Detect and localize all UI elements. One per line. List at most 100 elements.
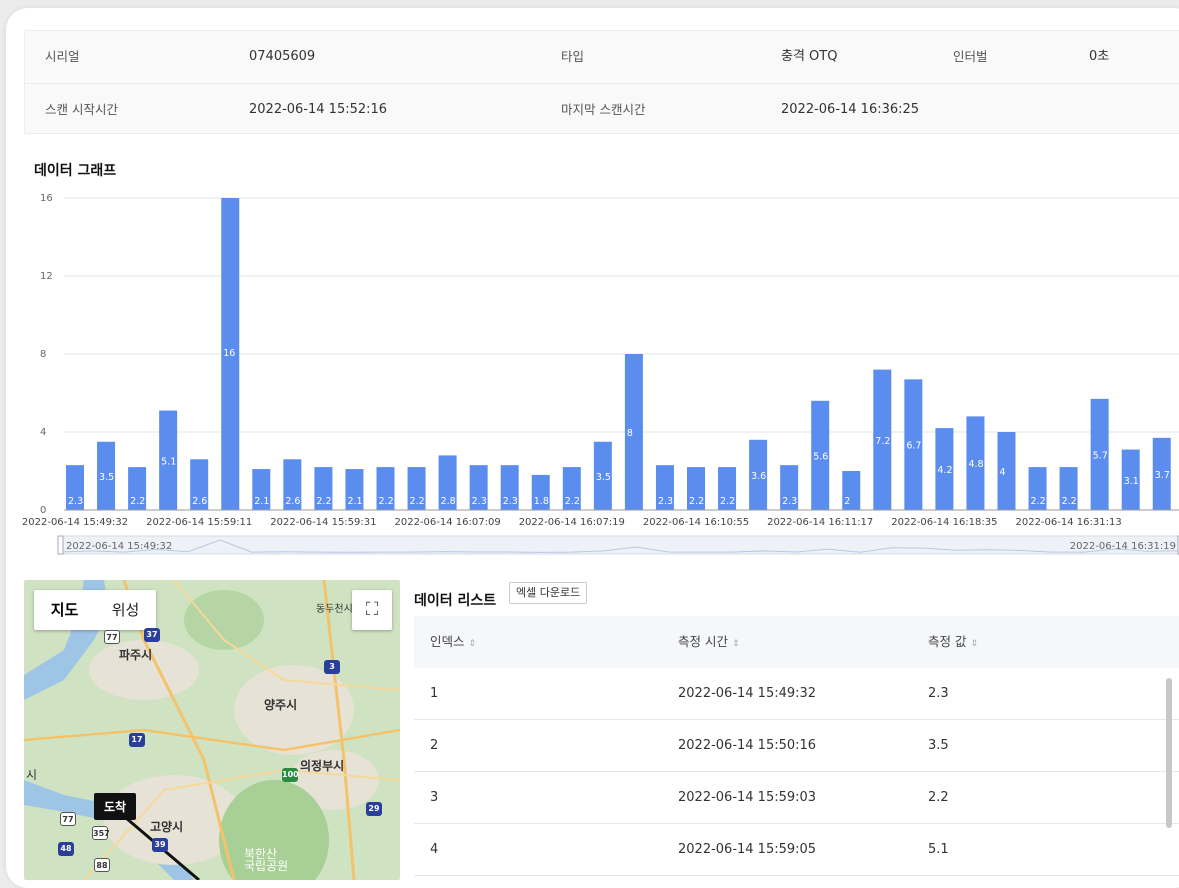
type-label: 타입 [561,49,585,64]
bar-data-label: 3.7 [1155,470,1170,481]
graph-title: 데이터 그래프 [34,163,117,179]
route-shield-icon: 3 [324,660,340,674]
map-place-label: 고양시 [150,820,184,834]
bar-data-label: 4.2 [937,465,952,476]
bar-data-label: 4 [1000,467,1006,478]
cell-time: 2022-06-14 15:50:16 [678,738,817,753]
y-tick-label: 12 [40,271,53,282]
last-scan-value: 2022-06-14 16:36:25 [781,102,920,117]
map-place-label: 북한산 국립공원 [244,847,289,873]
bar-data-label: 2.3 [472,496,487,507]
map-place-label: 시 [26,768,38,782]
x-tick-label: 2022-06-14 16:07:09 [394,517,500,528]
arrival-marker[interactable]: 도착 [94,793,137,820]
bar-data-label: 2.1 [347,496,362,507]
bar-data-label: 5.6 [813,451,828,462]
column-header-index[interactable]: 인덱스 ⇕ [430,616,476,670]
route-shield-icon: 39 [152,838,168,852]
serial-label: 시리얼 [45,49,80,64]
chart-zoom-slider[interactable]: 2022-06-14 15:49:32 2022-06-14 16:31:19 [57,535,1179,555]
map-place-label: 파주시 [119,648,153,662]
chart-x-axis: 2022-06-14 15:49:32 2022-06-14 15:59:11 20… [22,509,1179,528]
y-tick-label: 0 [40,505,46,516]
cell-index: 2 [430,738,439,753]
bar-data-label: 2.2 [316,496,331,507]
route-shield-icon: 88 [94,858,110,872]
map-place-label: 의정부시 [300,759,345,773]
info-row: 스캔 시작시간 2022-06-14 15:52:16 마지막 스캔시간 202… [25,83,1179,135]
bar-data-label: 7.2 [875,436,890,447]
table-row[interactable]: 1 2022-06-14 15:49:32 2.3 [414,668,1179,720]
cell-index: 1 [430,686,439,701]
route-shield-icon: 29 [366,802,382,816]
info-row: 시리얼 07405609 타입 충격 OTQ 인터벌 0초 [25,31,1179,83]
serial-value: 07405609 [249,49,316,64]
x-tick-label: 2022-06-14 16:10:55 [643,517,749,528]
route-shield-icon: 17 [129,733,145,747]
bar-data-label: 5.1 [161,456,176,467]
zoom-handle-start[interactable] [57,535,64,555]
bar-data-label: 3.1 [1124,476,1139,487]
route-shield-icon: 77 [104,630,120,644]
route-shield-icon: 100 [282,768,299,782]
bar-data-label: 2.3 [68,496,83,507]
sort-icon[interactable]: ⇕ [970,639,978,649]
scan-start-label: 스캔 시작시간 [45,102,118,117]
map-type-map-button[interactable]: 지도 [34,590,95,630]
cell-time: 2022-06-14 15:59:05 [678,842,817,857]
last-scan-label: 마지막 스캔시간 [561,102,646,117]
cell-index: 4 [430,842,439,857]
bar-data-label: 3.5 [99,472,114,483]
table-scrollbar[interactable] [1166,678,1172,828]
interval-value: 0초 [1089,49,1110,64]
zoom-track[interactable] [59,535,1179,555]
bar-data-label: 2.2 [1031,496,1046,507]
cell-value: 5.1 [928,842,949,857]
bar-data-label: 8 [627,428,633,439]
column-header-value[interactable]: 측정 값 ⇕ [928,616,978,670]
sort-icon[interactable]: ⇕ [732,639,740,649]
y-tick-label: 4 [40,427,46,438]
bar-data-label: 2.2 [689,496,704,507]
route-shield-icon: 48 [58,842,74,856]
x-tick-label: 2022-06-14 16:18:35 [891,517,997,528]
route-shield-icon: 37 [144,628,160,642]
column-header-time[interactable]: 측정 시간 ⇕ [678,616,740,670]
cell-time: 2022-06-14 15:59:03 [678,790,817,805]
bar-data-label: 2.1 [254,496,269,507]
map-type-satellite-button[interactable]: 위성 [95,590,156,630]
route-shield-icon: 77 [60,812,76,826]
scan-start-value: 2022-06-14 15:52:16 [249,102,388,117]
bar-data-label: 2 [844,496,850,507]
table-row[interactable]: 4 2022-06-14 15:59:05 5.1 [414,824,1179,876]
bar-data-label: 3.6 [751,471,766,482]
bar-data-label: 2.6 [192,496,207,507]
data-bar-chart: 0 4 8 12 16 2.3 3.5 2.2 5.1 2.6 16 2.1 2.6 2.2 2.1 2.2… [22,193,1179,555]
cell-index: 3 [430,790,439,805]
device-info-table: 시리얼 07405609 타입 충격 OTQ 인터벌 0초 스캔 시작시간 20… [24,30,1179,134]
cell-value: 3.5 [928,738,949,753]
table-row[interactable]: 2 2022-06-14 15:50:16 3.5 [414,720,1179,772]
map-place-label: 동두천시 [316,604,353,615]
cell-value: 2.2 [928,790,949,805]
excel-download-button[interactable]: 엑셀 다운로드 [509,582,588,604]
bar-data-label: 2.2 [130,496,145,507]
table-row[interactable]: 3 2022-06-14 15:59:03 2.2 [414,772,1179,824]
bar-data-label: 1.8 [534,496,549,507]
y-tick-label: 16 [40,193,53,204]
bar-data-label: 2.2 [379,496,394,507]
bar-data-label: 2.2 [565,496,580,507]
cell-time: 2022-06-14 15:49:32 [678,686,817,701]
fullscreen-icon[interactable]: ⛶ [352,590,392,630]
y-tick-label: 8 [40,349,46,360]
table-header: 인덱스 ⇕ 측정 시간 ⇕ 측정 값 ⇕ [414,616,1179,668]
main-card: 시리얼 07405609 타입 충격 OTQ 인터벌 0초 스캔 시작시간 20… [6,8,1179,888]
bar-data-label: 2.2 [1062,496,1077,507]
route-map[interactable]: 지도 위성 ⛶ 파주시 양주시 의정부시 고양시 동두천시 시 북한산 국립공원… [24,580,400,880]
bar-data-label: 2.3 [658,496,673,507]
sort-icon[interactable]: ⇕ [469,639,477,649]
x-tick-label: 2022-06-14 15:59:31 [270,517,376,528]
bar-data-label: 2.3 [503,496,518,507]
x-tick-label: 2022-06-14 16:11:17 [767,517,873,528]
map-type-toggle[interactable]: 지도 위성 [34,590,156,630]
